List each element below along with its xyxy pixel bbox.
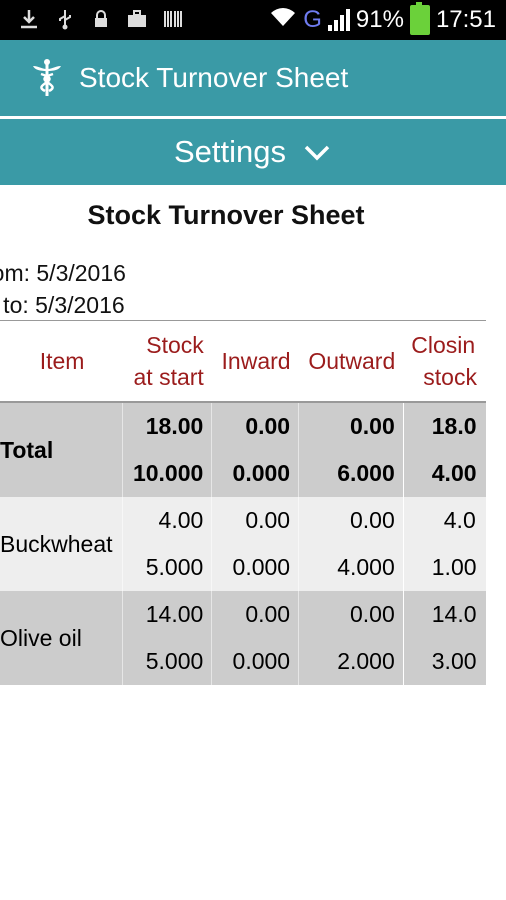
cell-inward: 0.00 (211, 497, 299, 544)
cell-inward: 0.00 (211, 591, 299, 638)
cell-outward: 0.00 (298, 497, 404, 544)
cell-inward: 0.00 (211, 402, 299, 450)
date-from: rom: 5/3/2016 (0, 260, 126, 286)
system-status: G 91% 17:51 (269, 2, 496, 36)
caduceus-icon[interactable] (30, 58, 64, 98)
cell-stock-start: 5.000 (121, 638, 212, 685)
header-stock-line1: Stock (146, 332, 204, 358)
table-row[interactable]: Total 18.00 0.00 0.00 18.0 (0, 402, 486, 497)
briefcase-icon (126, 8, 148, 30)
usb-icon (54, 8, 76, 30)
chevron-down-icon (302, 137, 332, 167)
battery-icon (409, 2, 430, 35)
cell-closing: 3.00 (402, 638, 486, 685)
header-inward: Inward (211, 320, 299, 403)
cell-stock-start: 14.00 (121, 591, 212, 638)
stock-table: Item Stock at start Inward Outward Closi… (0, 320, 486, 685)
header-stock-line2: at start (133, 364, 204, 390)
cell-closing: 1.00 (402, 544, 486, 591)
cell-outward: 4.000 (298, 544, 404, 591)
table-row[interactable]: Olive oil 14.00 0.00 0.00 14.0 (0, 591, 486, 685)
network-type: G (303, 6, 322, 33)
cell-stock-start: 5.000 (121, 544, 212, 591)
header-closing-line2: stock (423, 364, 477, 390)
header-closing-stock: Closin stock (403, 320, 486, 403)
cell-closing: 4.00 (402, 450, 486, 497)
cell-outward: 2.000 (298, 638, 404, 685)
cell-stock-start: 4.00 (121, 497, 212, 544)
cell-outward: 6.000 (298, 450, 404, 497)
app-bar: Stock Turnover Sheet (0, 40, 506, 116)
cell-inward: 0.000 (211, 450, 299, 497)
wifi-icon (269, 6, 297, 35)
cell-inward: 0.000 (211, 544, 299, 591)
cell-stock-start: 10.000 (121, 450, 212, 497)
clock: 17:51 (435, 6, 496, 33)
cell-outward: 0.00 (298, 402, 404, 450)
status-bar: G 91% 17:51 (0, 0, 506, 40)
cell-closing: 4.0 (402, 497, 486, 544)
report-title: Stock Turnover Sheet (87, 200, 365, 230)
battery-percent: 91% (355, 6, 404, 33)
notification-icons (18, 8, 184, 30)
cell-outward: 0.00 (298, 591, 404, 638)
header-outward: Outward (298, 320, 404, 403)
row-name: Total (0, 402, 123, 497)
date-to: p to: 5/3/2016 (0, 292, 125, 318)
download-icon (18, 8, 40, 30)
cell-closing: 14.0 (402, 591, 486, 638)
header-stock-at-start: Stock at start (122, 320, 212, 403)
settings-label: Settings (173, 134, 286, 169)
table-header-row: Item Stock at start Inward Outward Closi… (0, 320, 486, 403)
table-row[interactable]: Buckwheat 4.00 0.00 0.00 4.0 (0, 497, 486, 591)
cell-inward: 0.000 (211, 638, 299, 685)
cell-stock-start: 18.00 (121, 402, 212, 450)
row-name: Buckwheat (0, 497, 123, 591)
lock-icon (90, 8, 112, 30)
header-item: Item (0, 320, 123, 403)
settings-toggle[interactable]: Settings (0, 119, 506, 185)
header-closing-line1: Closin (411, 332, 476, 358)
signal-icon (327, 9, 350, 31)
app-title: Stock Turnover Sheet (79, 62, 349, 93)
cell-closing: 18.0 (402, 402, 486, 450)
barcode-icon (162, 8, 184, 30)
row-name: Olive oil (0, 591, 123, 685)
